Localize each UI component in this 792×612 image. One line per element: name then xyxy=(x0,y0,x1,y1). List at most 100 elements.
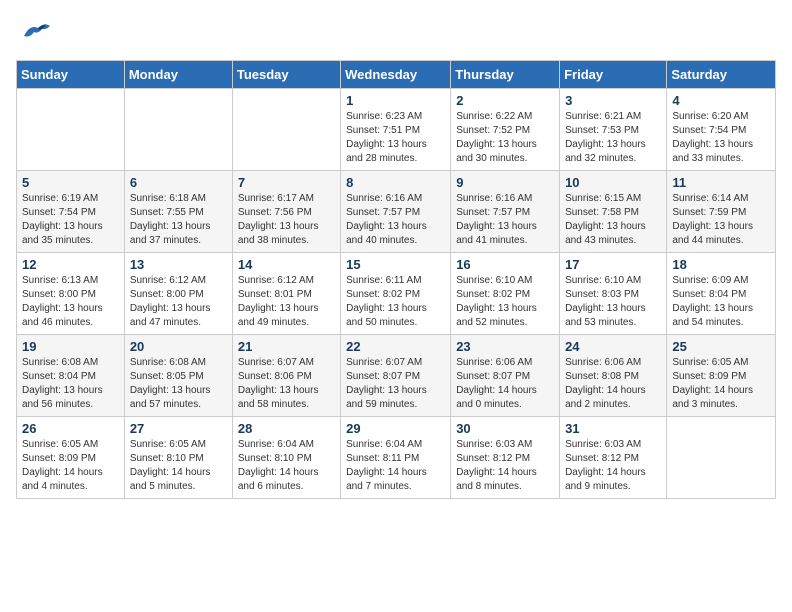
day-header-sunday: Sunday xyxy=(17,61,125,89)
calendar-day-cell: 3 Sunrise: 6:21 AM Sunset: 7:53 PM Daylig… xyxy=(560,89,667,171)
day-number: 7 xyxy=(238,175,335,190)
day-info: Sunrise: 6:10 AM Sunset: 8:02 PM Dayligh… xyxy=(456,274,554,330)
day-info: Sunrise: 6:03 AM Sunset: 8:12 PM Dayligh… xyxy=(565,438,661,494)
day-info: Sunrise: 6:04 AM Sunset: 8:11 PM Dayligh… xyxy=(346,438,445,494)
day-number: 6 xyxy=(130,175,227,190)
day-info: Sunrise: 6:22 AM Sunset: 7:52 PM Dayligh… xyxy=(456,110,554,166)
calendar-day-cell: 11Sunrise: 6:14 AM Sunset: 7:59 PM Dayli… xyxy=(667,171,776,253)
calendar-day-cell: 7 Sunrise: 6:17 AM Sunset: 7:56 PM Daylig… xyxy=(232,171,340,253)
calendar-week-row: 1 Sunrise: 6:23 AM Sunset: 7:51 PM Daylig… xyxy=(17,89,776,171)
day-number: 12 xyxy=(22,257,119,272)
calendar-day-cell: 1 Sunrise: 6:23 AM Sunset: 7:51 PM Daylig… xyxy=(341,89,451,171)
day-info: Sunrise: 6:15 AM Sunset: 7:58 PM Dayligh… xyxy=(565,192,661,248)
day-info: Sunrise: 6:17 AM Sunset: 7:56 PM Dayligh… xyxy=(238,192,335,248)
day-info: Sunrise: 6:16 AM Sunset: 7:57 PM Dayligh… xyxy=(346,192,445,248)
logo[interactable] xyxy=(16,16,54,52)
calendar-header-row: SundayMondayTuesdayWednesdayThursdayFrid… xyxy=(17,61,776,89)
day-info: Sunrise: 6:08 AM Sunset: 8:05 PM Dayligh… xyxy=(130,356,227,412)
day-header-tuesday: Tuesday xyxy=(232,61,340,89)
day-info: Sunrise: 6:14 AM Sunset: 7:59 PM Dayligh… xyxy=(672,192,770,248)
day-number: 15 xyxy=(346,257,445,272)
day-number: 16 xyxy=(456,257,554,272)
day-info: Sunrise: 6:08 AM Sunset: 8:04 PM Dayligh… xyxy=(22,356,119,412)
day-info: Sunrise: 6:12 AM Sunset: 8:00 PM Dayligh… xyxy=(130,274,227,330)
calendar-empty-cell xyxy=(17,89,125,171)
page-header xyxy=(16,16,776,52)
day-number: 20 xyxy=(130,339,227,354)
day-number: 26 xyxy=(22,421,119,436)
day-number: 5 xyxy=(22,175,119,190)
calendar-day-cell: 26 Sunrise: 6:05 AM Sunset: 8:09 PM Dayli… xyxy=(17,417,125,499)
day-info: Sunrise: 6:10 AM Sunset: 8:03 PM Dayligh… xyxy=(565,274,661,330)
day-header-thursday: Thursday xyxy=(451,61,560,89)
calendar-day-cell: 10 Sunrise: 6:15 AM Sunset: 7:58 PM Dayli… xyxy=(560,171,667,253)
day-number: 2 xyxy=(456,93,554,108)
day-number: 9 xyxy=(456,175,554,190)
calendar-day-cell: 25 Sunrise: 6:05 AM Sunset: 8:09 PM Dayli… xyxy=(667,335,776,417)
day-info: Sunrise: 6:12 AM Sunset: 8:01 PM Dayligh… xyxy=(238,274,335,330)
calendar-day-cell: 2 Sunrise: 6:22 AM Sunset: 7:52 PM Daylig… xyxy=(451,89,560,171)
day-info: Sunrise: 6:06 AM Sunset: 8:08 PM Dayligh… xyxy=(565,356,661,412)
day-header-saturday: Saturday xyxy=(667,61,776,89)
day-info: Sunrise: 6:19 AM Sunset: 7:54 PM Dayligh… xyxy=(22,192,119,248)
day-info: Sunrise: 6:05 AM Sunset: 8:09 PM Dayligh… xyxy=(672,356,770,412)
day-number: 1 xyxy=(346,93,445,108)
calendar-day-cell: 18Sunrise: 6:09 AM Sunset: 8:04 PM Dayli… xyxy=(667,253,776,335)
calendar-day-cell: 28 Sunrise: 6:04 AM Sunset: 8:10 PM Dayli… xyxy=(232,417,340,499)
day-number: 25 xyxy=(672,339,770,354)
calendar-day-cell: 9 Sunrise: 6:16 AM Sunset: 7:57 PM Daylig… xyxy=(451,171,560,253)
day-number: 27 xyxy=(130,421,227,436)
day-info: Sunrise: 6:05 AM Sunset: 8:09 PM Dayligh… xyxy=(22,438,119,494)
day-info: Sunrise: 6:04 AM Sunset: 8:10 PM Dayligh… xyxy=(238,438,335,494)
day-number: 4 xyxy=(672,93,770,108)
calendar-day-cell: 23Sunrise: 6:06 AM Sunset: 8:07 PM Dayli… xyxy=(451,335,560,417)
calendar-day-cell: 8 Sunrise: 6:16 AM Sunset: 7:57 PM Daylig… xyxy=(341,171,451,253)
calendar-day-cell: 12Sunrise: 6:13 AM Sunset: 8:00 PM Dayli… xyxy=(17,253,125,335)
calendar-day-cell: 29 Sunrise: 6:04 AM Sunset: 8:11 PM Dayli… xyxy=(341,417,451,499)
day-number: 10 xyxy=(565,175,661,190)
day-number: 31 xyxy=(565,421,661,436)
calendar-empty-cell xyxy=(232,89,340,171)
calendar-day-cell: 15Sunrise: 6:11 AM Sunset: 8:02 PM Dayli… xyxy=(341,253,451,335)
calendar-day-cell: 4 Sunrise: 6:20 AM Sunset: 7:54 PM Daylig… xyxy=(667,89,776,171)
day-info: Sunrise: 6:23 AM Sunset: 7:51 PM Dayligh… xyxy=(346,110,445,166)
day-info: Sunrise: 6:05 AM Sunset: 8:10 PM Dayligh… xyxy=(130,438,227,494)
day-number: 21 xyxy=(238,339,335,354)
calendar-empty-cell xyxy=(667,417,776,499)
day-info: Sunrise: 6:20 AM Sunset: 7:54 PM Dayligh… xyxy=(672,110,770,166)
calendar-day-cell: 16 Sunrise: 6:10 AM Sunset: 8:02 PM Dayli… xyxy=(451,253,560,335)
day-info: Sunrise: 6:16 AM Sunset: 7:57 PM Dayligh… xyxy=(456,192,554,248)
day-info: Sunrise: 6:07 AM Sunset: 8:07 PM Dayligh… xyxy=(346,356,445,412)
day-number: 29 xyxy=(346,421,445,436)
calendar-day-cell: 21 Sunrise: 6:07 AM Sunset: 8:06 PM Dayli… xyxy=(232,335,340,417)
calendar-day-cell: 30Sunrise: 6:03 AM Sunset: 8:12 PM Dayli… xyxy=(451,417,560,499)
day-header-wednesday: Wednesday xyxy=(341,61,451,89)
calendar-empty-cell xyxy=(124,89,232,171)
calendar-day-cell: 19 Sunrise: 6:08 AM Sunset: 8:04 PM Dayli… xyxy=(17,335,125,417)
calendar-day-cell: 22 Sunrise: 6:07 AM Sunset: 8:07 PM Dayli… xyxy=(341,335,451,417)
day-number: 14 xyxy=(238,257,335,272)
day-number: 8 xyxy=(346,175,445,190)
day-number: 17 xyxy=(565,257,661,272)
day-number: 3 xyxy=(565,93,661,108)
calendar-day-cell: 31 Sunrise: 6:03 AM Sunset: 8:12 PM Dayli… xyxy=(560,417,667,499)
logo-icon xyxy=(16,16,52,52)
calendar-week-row: 12Sunrise: 6:13 AM Sunset: 8:00 PM Dayli… xyxy=(17,253,776,335)
day-info: Sunrise: 6:18 AM Sunset: 7:55 PM Dayligh… xyxy=(130,192,227,248)
calendar-day-cell: 27 Sunrise: 6:05 AM Sunset: 8:10 PM Dayli… xyxy=(124,417,232,499)
day-info: Sunrise: 6:07 AM Sunset: 8:06 PM Dayligh… xyxy=(238,356,335,412)
calendar-day-cell: 13 Sunrise: 6:12 AM Sunset: 8:00 PM Dayli… xyxy=(124,253,232,335)
day-number: 13 xyxy=(130,257,227,272)
day-info: Sunrise: 6:03 AM Sunset: 8:12 PM Dayligh… xyxy=(456,438,554,494)
day-header-monday: Monday xyxy=(124,61,232,89)
day-number: 19 xyxy=(22,339,119,354)
day-number: 24 xyxy=(565,339,661,354)
day-info: Sunrise: 6:21 AM Sunset: 7:53 PM Dayligh… xyxy=(565,110,661,166)
day-number: 28 xyxy=(238,421,335,436)
day-number: 22 xyxy=(346,339,445,354)
calendar-day-cell: 14 Sunrise: 6:12 AM Sunset: 8:01 PM Dayli… xyxy=(232,253,340,335)
calendar-day-cell: 5 Sunrise: 6:19 AM Sunset: 7:54 PM Daylig… xyxy=(17,171,125,253)
day-header-friday: Friday xyxy=(560,61,667,89)
calendar-day-cell: 17 Sunrise: 6:10 AM Sunset: 8:03 PM Dayli… xyxy=(560,253,667,335)
day-info: Sunrise: 6:06 AM Sunset: 8:07 PM Dayligh… xyxy=(456,356,554,412)
